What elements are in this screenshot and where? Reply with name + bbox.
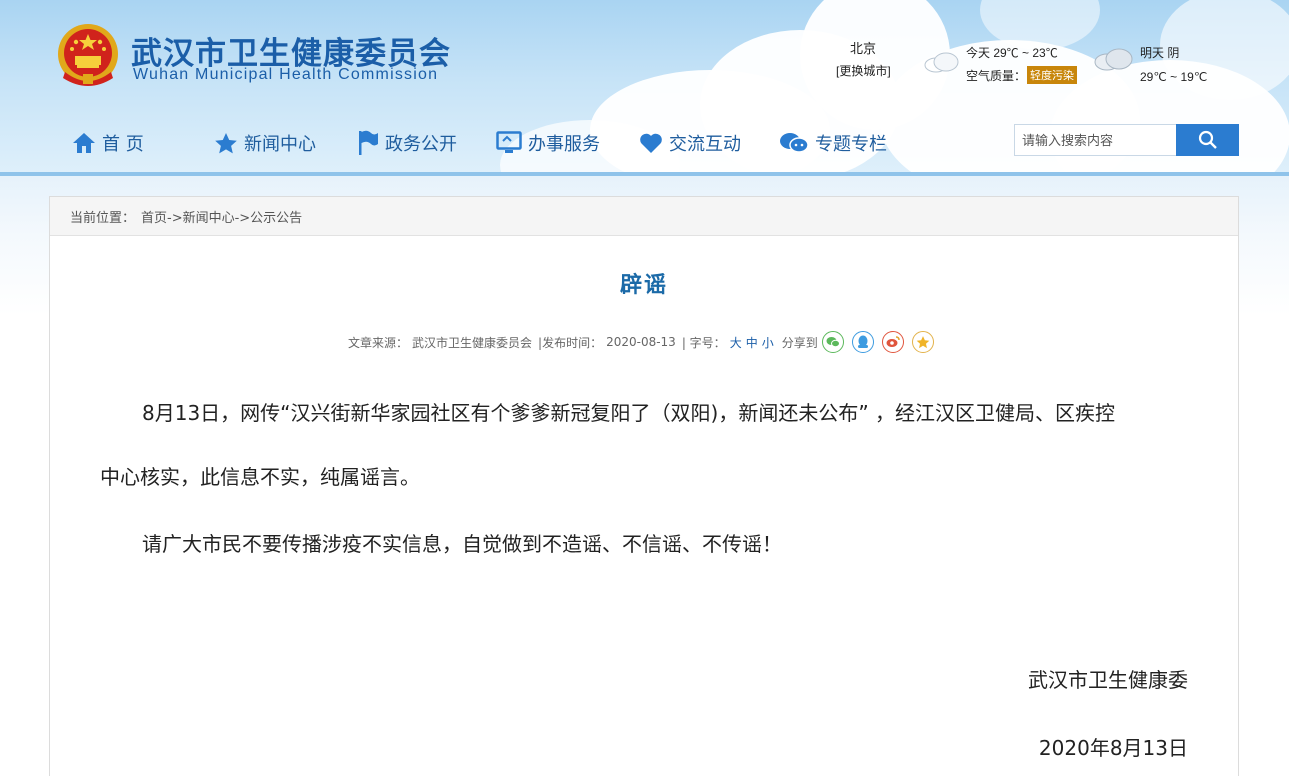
weather-city: 北京: [850, 41, 877, 56]
nav-services-label: 办事服务: [528, 134, 600, 155]
article-paragraph-2: 请广大市民不要传播涉疫不实信息，自觉做到不造谣、不信谣、不传谣！: [142, 532, 782, 556]
air-quality-label: 空气质量：: [966, 69, 1027, 83]
nav-interaction[interactable]: 交流互动: [639, 128, 741, 158]
heart-icon: [640, 133, 662, 153]
nav-special-topics-label: 专题专栏: [815, 134, 887, 155]
font-size-medium[interactable]: 中: [746, 334, 758, 351]
overcast-weather-icon: [1094, 48, 1133, 71]
nav-government-affairs-label: 政务公开: [385, 134, 457, 155]
site-subtitle: Wuhan Municipal Health Commission: [133, 66, 439, 83]
cloudy-weather-icon: [924, 52, 959, 73]
chat-icon: [780, 133, 809, 153]
search-input[interactable]: [1014, 124, 1177, 156]
nav-interaction-label: 交流互动: [669, 134, 741, 155]
nav-special-topics[interactable]: 专题专栏: [779, 128, 887, 158]
nav-home-label: 首 页: [102, 134, 144, 155]
article-date: 2020年8月13日: [1038, 736, 1188, 760]
weather-tomorrow-temp: 29℃ ~ 19℃: [1140, 70, 1208, 84]
weather-tomorrow: 明天 阴: [1140, 46, 1180, 60]
weibo-share-icon[interactable]: [881, 331, 904, 353]
home-icon: [73, 133, 95, 153]
favorite-share-icon[interactable]: [911, 331, 934, 353]
breadcrumb: 当前位置： 首页->新闻中心->公示公告: [50, 197, 1238, 236]
breadcrumb-prefix: 当前位置：: [70, 210, 136, 226]
published-label: |发布时间：: [538, 335, 603, 350]
font-size-label: | 字号：: [681, 335, 726, 350]
search-icon: [1198, 130, 1217, 149]
article-meta: 文章来源： 武汉市卫生健康委员会 |发布时间： 2020-08-13 | 字号：…: [348, 330, 934, 354]
qq-share-icon[interactable]: [851, 331, 874, 353]
font-size-large[interactable]: 大: [730, 334, 742, 351]
article-paragraph-1-line-1: 8月13日，网传“汉兴街新华家园社区有个爹爹新冠复阳了（双阳)，新闻还未公布” …: [142, 401, 1116, 425]
change-city-link[interactable]: [更换城市]: [836, 62, 891, 79]
article-signature: 武汉市卫生健康委: [1028, 668, 1188, 692]
nav-news-center-label: 新闻中心: [244, 134, 316, 155]
national-emblem-logo[interactable]: [55, 22, 121, 92]
search-button[interactable]: [1176, 124, 1239, 156]
nav-services[interactable]: 办事服务: [496, 128, 600, 158]
share-label: 分享到: [781, 335, 818, 350]
wechat-share-icon[interactable]: [821, 331, 844, 353]
monitor-icon: [496, 131, 522, 153]
nav-home[interactable]: 首 页: [72, 128, 144, 158]
air-quality-badge: 轻度污染: [1027, 66, 1077, 84]
source-label: 文章来源：: [348, 335, 409, 350]
article-panel: 当前位置： 首页->新闻中心->公示公告 辟谣 文章来源： 武汉市卫生健康委员会…: [49, 196, 1239, 776]
font-size-small[interactable]: 小: [762, 334, 774, 351]
weather-today: 今天 29℃ ~ 23℃: [966, 46, 1058, 60]
breadcrumb-path[interactable]: 首页->新闻中心->公示公告: [141, 207, 302, 226]
flag-icon: [359, 130, 378, 155]
nav-government-affairs[interactable]: 政务公开: [357, 128, 457, 158]
nav-news-center[interactable]: 新闻中心: [214, 128, 316, 158]
source-value: 武汉市卫生健康委员会: [412, 335, 533, 350]
article-title: 辟谣: [619, 273, 668, 298]
article-paragraph-1-line-2: 中心核实，此信息不实，纯属谣言。: [100, 465, 420, 489]
star-icon: [215, 133, 237, 154]
published-date: 2020-08-13: [606, 335, 676, 349]
